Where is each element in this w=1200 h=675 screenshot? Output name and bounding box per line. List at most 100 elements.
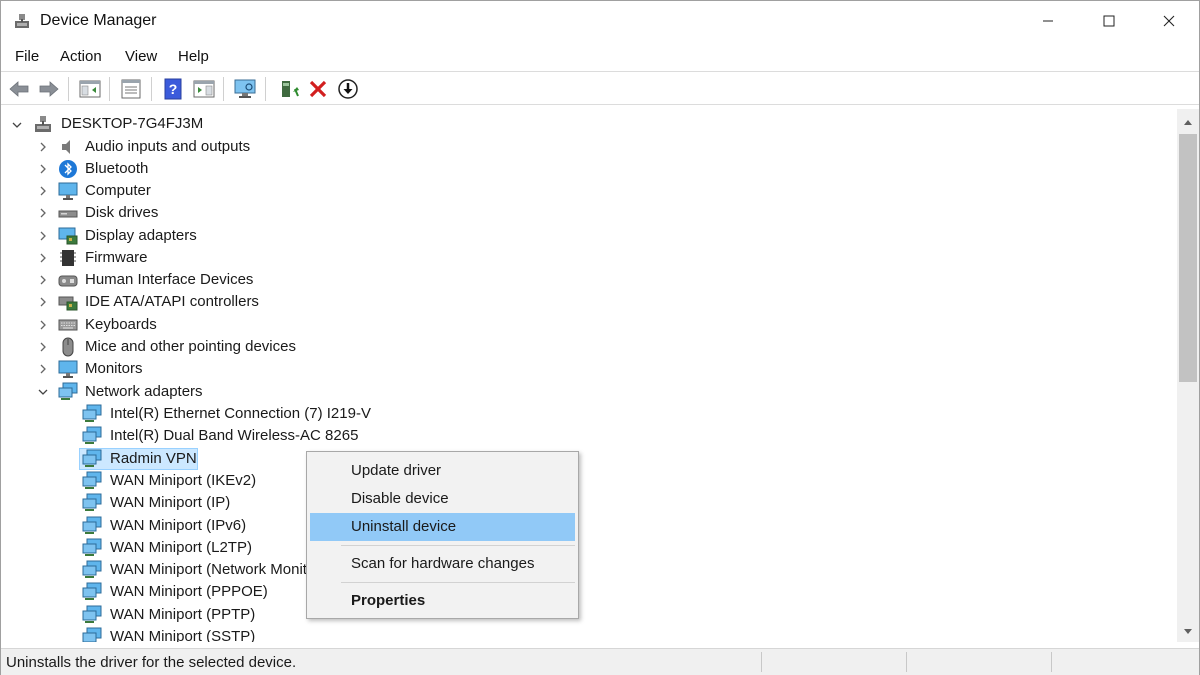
category-label[interactable]: Monitors [85,360,143,377]
context-separator [341,545,575,546]
network-adapter-icon [82,605,102,623]
maximize-button[interactable] [1078,1,1139,41]
show-action-pane-button[interactable] [192,77,216,101]
minimize-button[interactable] [1017,1,1078,41]
forward-arrow-icon [39,81,59,97]
device-manager-window: Device Manager File Action View Help ? D… [0,0,1200,675]
network-adapter-icon [82,538,102,556]
forward-button[interactable] [37,77,61,101]
scroll-down-button[interactable] [1177,621,1199,643]
uninstall-device-button[interactable] [306,77,330,101]
chevron-right-icon[interactable] [37,274,49,286]
help-button[interactable]: ? [161,77,185,101]
hid-icon [58,275,78,287]
back-button[interactable] [7,77,31,101]
show-action-pane-icon [193,80,215,98]
network-adapter-label: WAN Miniport (IPv6) [110,517,247,534]
menu-file[interactable]: File [15,48,39,65]
chevron-right-icon[interactable] [37,163,49,175]
context-uninstall-device[interactable]: Uninstall device [310,513,575,541]
context-disable-device[interactable]: Disable device [310,485,575,513]
chevron-right-icon[interactable] [37,319,49,331]
toolbar: ? [1,71,1199,105]
tree-root-label[interactable]: DESKTOP-7G4FJ3M [61,115,203,132]
category-label[interactable]: Bluetooth [85,160,148,177]
network-adapter-label: WAN Miniport (Network Monitor) [110,561,326,578]
network-adapter-label: Intel(R) Dual Band Wireless-AC 8265 [110,427,359,444]
chevron-down-icon[interactable] [37,386,49,398]
network-adapter-icon [82,560,102,578]
category-label[interactable]: Mice and other pointing devices [85,338,296,355]
category-label[interactable]: Disk drives [85,204,158,221]
network-adapter-icon [82,471,102,489]
network-adapter-icon [82,426,102,444]
category-label[interactable]: Human Interface Devices [85,271,253,288]
show-hide-console-tree-icon [79,80,101,98]
status-bar: Uninstalls the driver for the selected d… [1,648,1199,675]
network-adapter-icon [82,493,102,511]
window-title: Device Manager [40,12,157,29]
network-adapter-icon [82,449,102,467]
context-update-driver[interactable]: Update driver [310,457,575,485]
menu-help[interactable]: Help [178,48,209,65]
menu-view[interactable]: View [125,48,157,65]
context-menu: Update driver Disable device Uninstall d… [306,451,579,619]
chevron-right-icon[interactable] [37,207,49,219]
status-divider [761,652,762,672]
category-label[interactable]: Network adapters [85,383,203,400]
status-divider [906,652,907,672]
disable-device-button[interactable] [336,77,360,101]
bluetooth-icon [59,160,77,178]
network-adapter-icon [82,516,102,534]
menu-item-label: Properties [351,592,426,609]
keyboard-icon [58,319,78,331]
category-label[interactable]: Firmware [85,249,148,266]
category-label[interactable]: Audio inputs and outputs [85,138,250,155]
network-adapter-icon [82,404,102,422]
chevron-down-icon[interactable] [11,119,23,131]
scroll-up-icon [1184,120,1192,125]
network-adapter-label: WAN Miniport (SSTP) [110,628,256,642]
chevron-right-icon[interactable] [37,185,49,197]
scan-hardware-icon [234,79,256,98]
scan-hardware-button[interactable] [233,77,257,101]
menu-bar: File Action View Help [1,43,1199,71]
network-adapter-icon [82,582,102,600]
category-label[interactable]: Keyboards [85,316,157,333]
svg-text:?: ? [169,81,178,97]
context-properties[interactable]: Properties [310,587,575,615]
chevron-right-icon[interactable] [37,341,49,353]
network-adapter-label: Intel(R) Ethernet Connection (7) I219-V [110,405,371,422]
ide-controller-icon [58,296,78,311]
chevron-right-icon[interactable] [37,296,49,308]
show-hide-console-tree-button[interactable] [78,77,102,101]
speaker-icon [62,140,70,154]
toolbar-separator [151,77,152,101]
monitor-icon [58,182,78,200]
device-tree[interactable]: DESKTOP-7G4FJ3M Audio inputs and outputs… [1,109,1177,642]
properties-button[interactable] [119,77,143,101]
scrollbar-thumb[interactable] [1179,134,1197,382]
display-adapter-icon [58,227,78,245]
toolbar-separator [68,77,69,101]
network-adapter-icon [82,627,102,642]
chevron-right-icon[interactable] [37,252,49,264]
close-button[interactable] [1138,1,1199,41]
menu-item-label: Uninstall device [351,518,457,535]
minimize-icon [1042,20,1053,22]
uninstall-device-icon [309,80,327,98]
chevron-right-icon[interactable] [37,363,49,375]
category-label[interactable]: IDE ATA/ATAPI controllers [85,293,259,310]
chevron-right-icon[interactable] [37,141,49,153]
chevron-right-icon[interactable] [37,230,49,242]
category-label[interactable]: Display adapters [85,227,197,244]
network-adapter-label: WAN Miniport (PPTP) [110,606,256,623]
menu-action[interactable]: Action [60,48,102,65]
category-label[interactable]: Computer [85,182,151,199]
device-manager-icon [15,14,29,28]
disable-device-icon [338,79,358,99]
disk-drive-icon [58,210,78,218]
update-driver-button[interactable] [277,77,301,101]
scroll-up-button[interactable] [1177,111,1199,133]
context-scan-hardware[interactable]: Scan for hardware changes [310,550,575,578]
